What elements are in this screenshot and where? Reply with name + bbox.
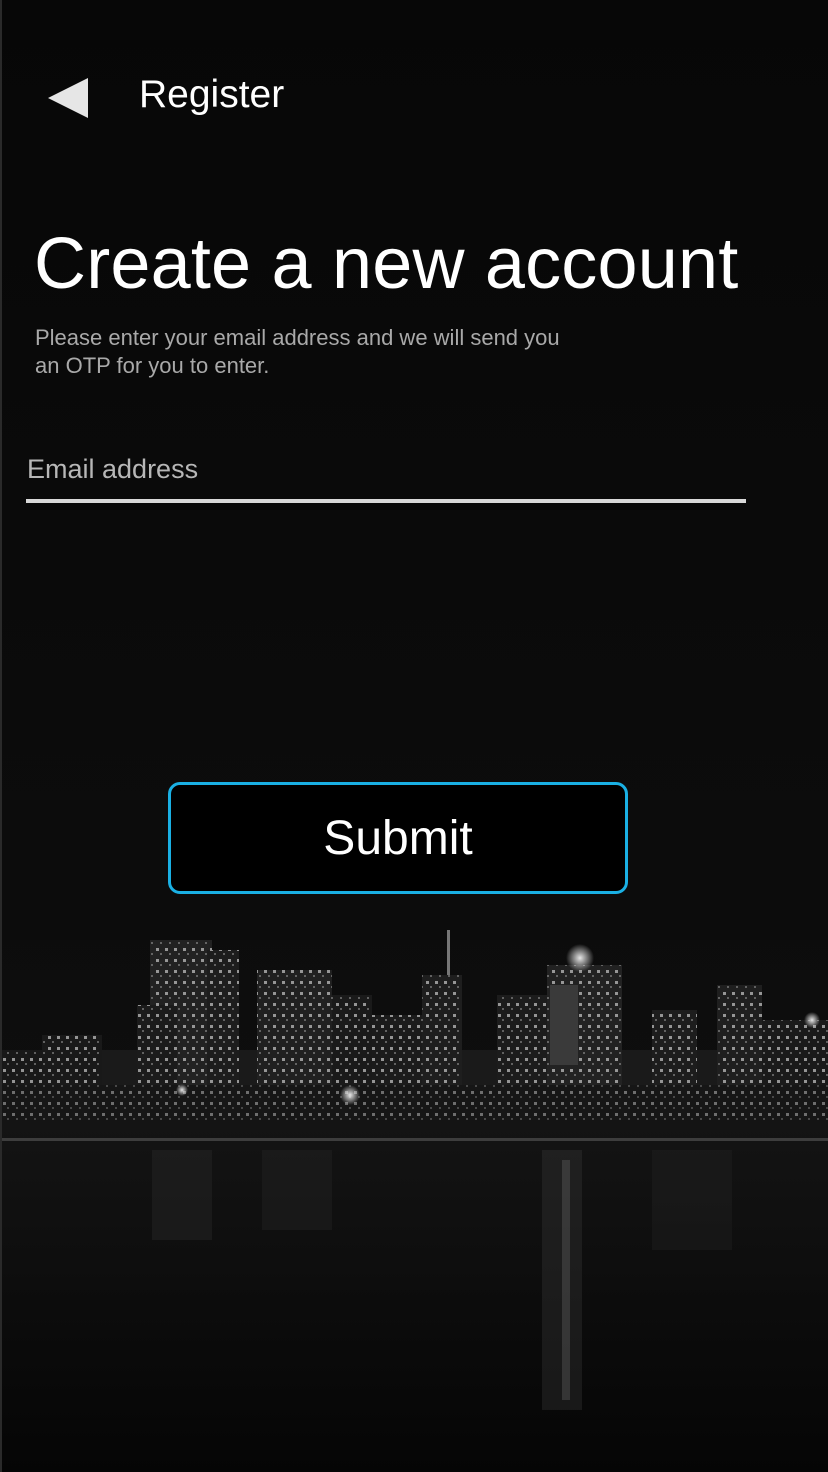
email-field[interactable] — [26, 440, 746, 498]
register-screen: Register Create a new account Please ent… — [0, 0, 828, 1472]
page-subtitle: Please enter your email address and we w… — [35, 325, 560, 378]
back-arrow-icon — [48, 78, 88, 118]
waterfront-reflection — [2, 1120, 828, 1472]
nav-title: Register — [139, 73, 285, 116]
page-title: Create a new account — [34, 224, 739, 304]
back-button[interactable] — [38, 68, 98, 128]
submit-button[interactable]: Submit — [168, 782, 628, 894]
email-field-underline — [26, 499, 746, 503]
night-skyline-background — [2, 0, 828, 1472]
